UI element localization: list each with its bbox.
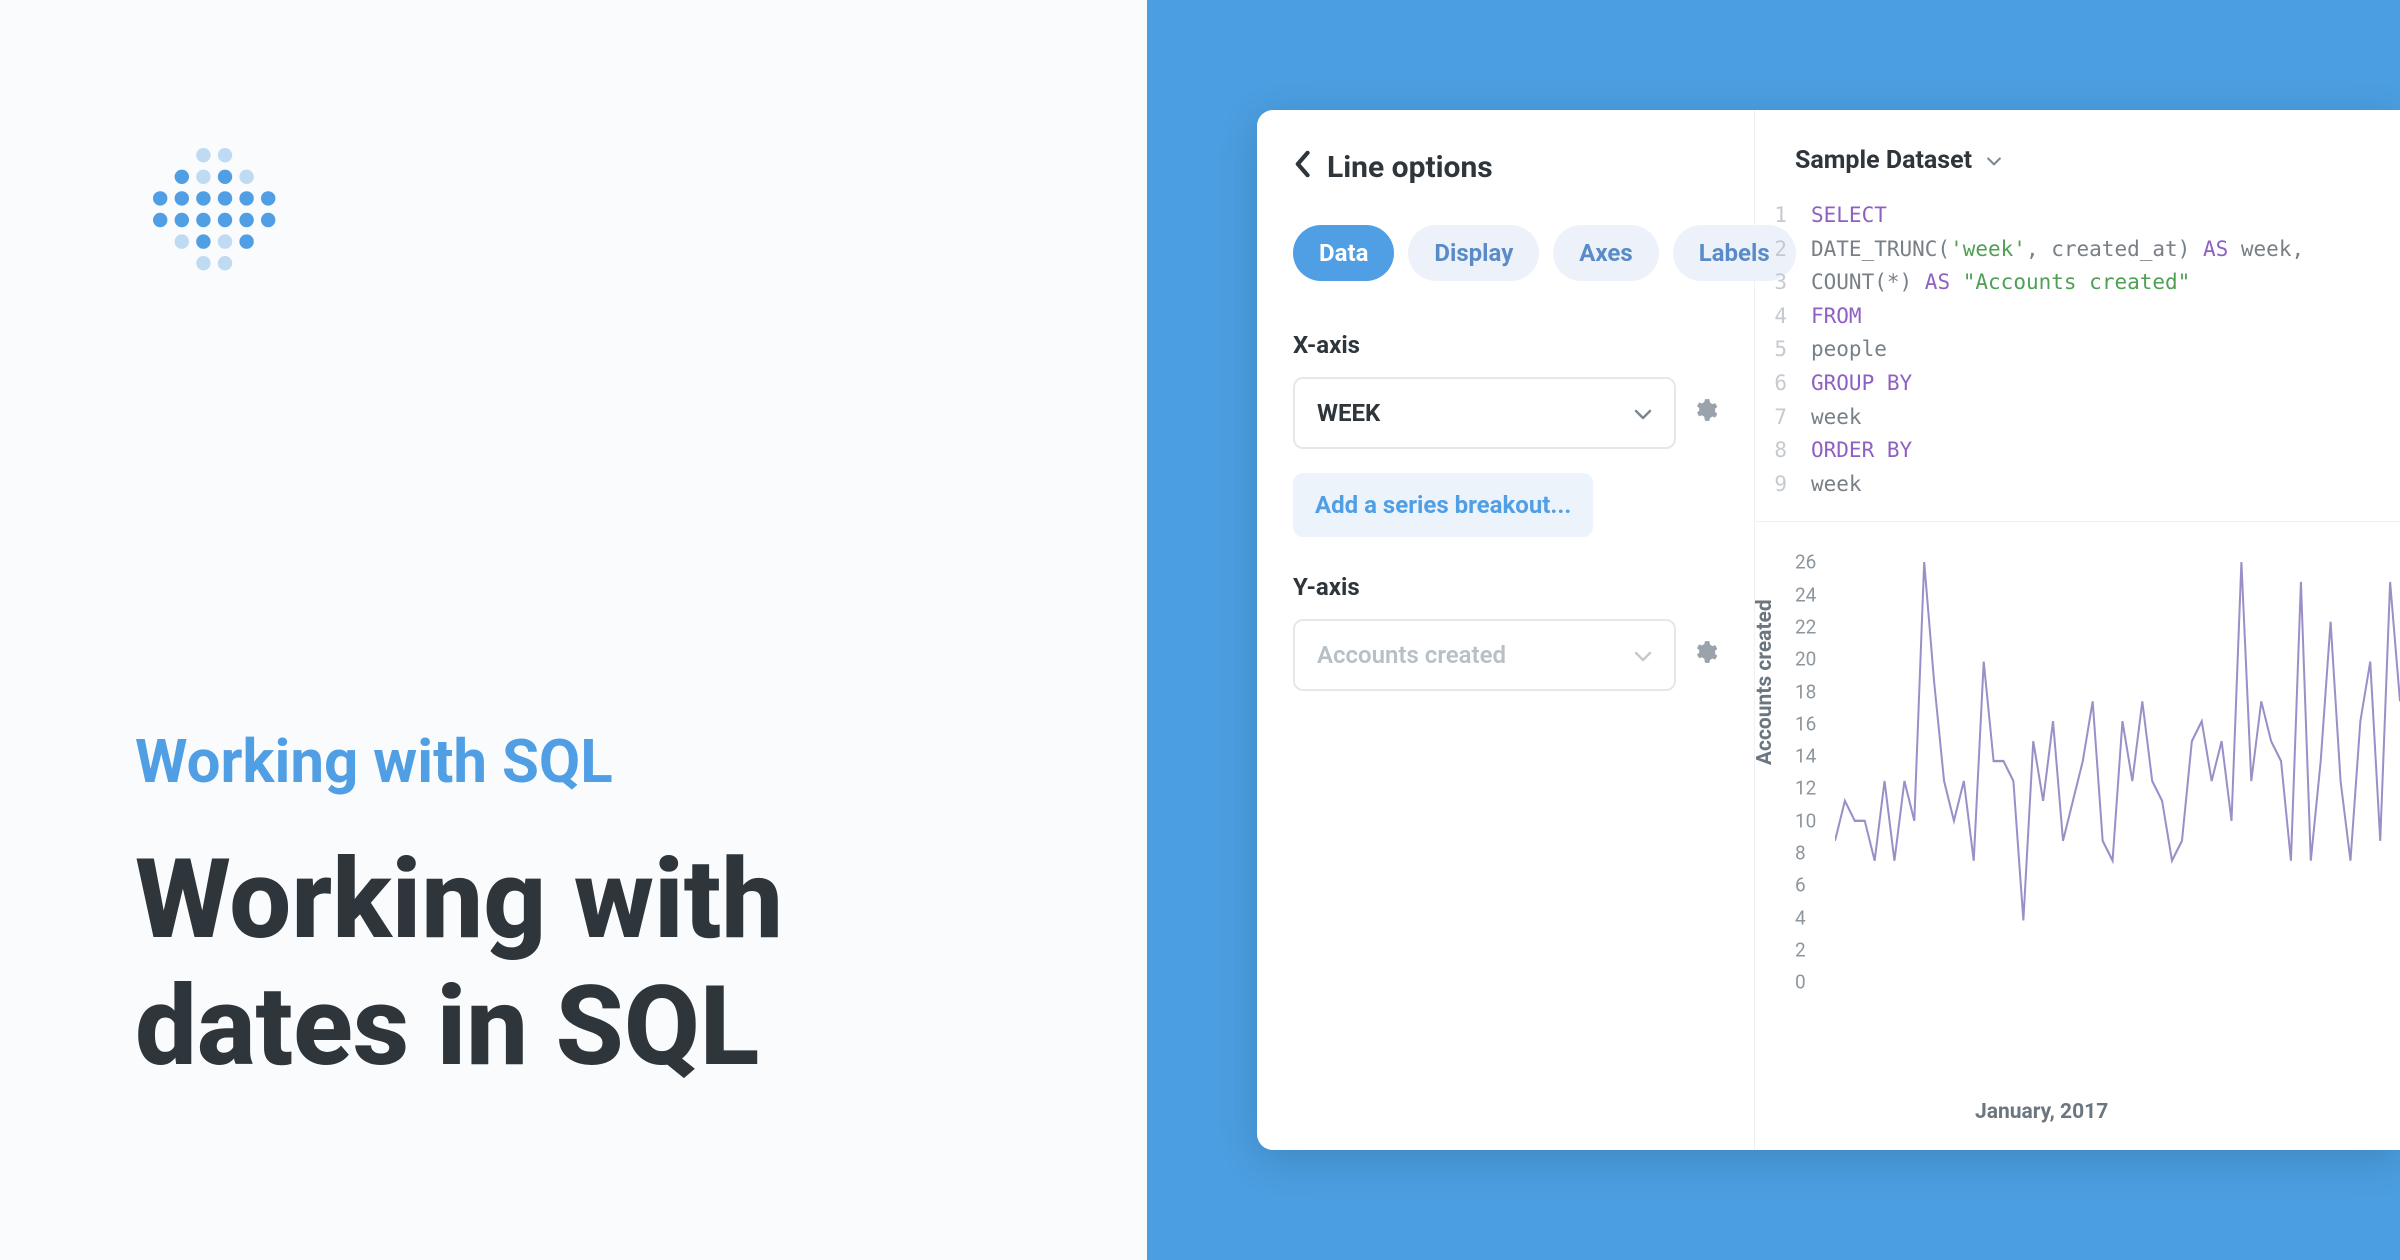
y-tick: 6 bbox=[1795, 874, 1806, 897]
y-axis-row: Accounts created bbox=[1293, 619, 1718, 691]
y-axis-label: Y-axis bbox=[1293, 573, 1718, 601]
code-line: 1SELECT bbox=[1773, 199, 2370, 233]
chevron-down-icon bbox=[1986, 150, 2002, 171]
tab-axes[interactable]: Axes bbox=[1553, 225, 1658, 281]
line-options-sidebar: Line options DataDisplayAxesLabels X-axi… bbox=[1257, 110, 1755, 1150]
y-tick: 10 bbox=[1795, 809, 1816, 832]
y-tick: 8 bbox=[1795, 842, 1806, 865]
tabs-row: DataDisplayAxesLabels bbox=[1293, 225, 1718, 281]
y-axis-select[interactable]: Accounts created bbox=[1293, 619, 1676, 691]
add-series-breakout-button[interactable]: Add a series breakout... bbox=[1293, 473, 1593, 537]
x-axis-value: WEEK bbox=[1317, 399, 1380, 427]
y-tick: 2 bbox=[1795, 939, 1806, 962]
chart-line bbox=[1835, 562, 2400, 920]
hero-subtitle: Working with SQL bbox=[135, 726, 1012, 797]
chevron-down-icon bbox=[1634, 643, 1652, 667]
code-line: 3 COUNT(*) AS "Accounts created" bbox=[1773, 266, 2370, 300]
hero-headings: Working with SQL Working with dates in S… bbox=[135, 726, 1012, 1090]
code-line: 4FROM bbox=[1773, 300, 2370, 334]
code-line: 9 week bbox=[1773, 468, 2370, 502]
y-tick: 14 bbox=[1795, 745, 1816, 768]
sidebar-title: Line options bbox=[1327, 150, 1493, 185]
chart-area: Accounts created 02468101214161820222426… bbox=[1755, 521, 2400, 1150]
gear-icon[interactable] bbox=[1692, 397, 1718, 430]
y-tick: 24 bbox=[1795, 583, 1816, 606]
y-tick: 20 bbox=[1795, 648, 1816, 671]
dataset-selector[interactable]: Sample Dataset bbox=[1755, 110, 2400, 199]
y-tick: 4 bbox=[1795, 906, 1806, 929]
y-tick: 16 bbox=[1795, 712, 1816, 735]
code-line: 8ORDER BY bbox=[1773, 434, 2370, 468]
sql-editor[interactable]: 1SELECT2 DATE_TRUNC('week', created_at) … bbox=[1755, 199, 2400, 521]
logo bbox=[135, 130, 315, 310]
x-axis-label: X-axis bbox=[1293, 331, 1718, 359]
y-tick: 0 bbox=[1795, 971, 1806, 994]
y-axis-value: Accounts created bbox=[1317, 641, 1506, 669]
code-line: 2 DATE_TRUNC('week', created_at) AS week… bbox=[1773, 233, 2370, 267]
main-area: Sample Dataset 1SELECT2 DATE_TRUNC('week… bbox=[1755, 110, 2400, 1150]
y-tick: 22 bbox=[1795, 615, 1816, 638]
code-line: 6GROUP BY bbox=[1773, 367, 2370, 401]
chevron-down-icon bbox=[1634, 401, 1652, 425]
app-window: Line options DataDisplayAxesLabels X-axi… bbox=[1257, 110, 2400, 1150]
y-tick: 12 bbox=[1795, 777, 1816, 800]
sidebar-header: Line options bbox=[1293, 150, 1718, 185]
tab-display[interactable]: Display bbox=[1408, 225, 1539, 281]
hero-title: Working with dates in SQL bbox=[135, 837, 1012, 1090]
gear-icon[interactable] bbox=[1692, 639, 1718, 672]
hero-panel: Working with SQL Working with dates in S… bbox=[0, 0, 1147, 1260]
tab-data[interactable]: Data bbox=[1293, 225, 1394, 281]
y-tick: 26 bbox=[1795, 551, 1816, 574]
code-line: 7 week bbox=[1773, 401, 2370, 435]
back-icon[interactable] bbox=[1293, 150, 1311, 185]
right-panel: Line options DataDisplayAxesLabels X-axi… bbox=[1147, 0, 2400, 1260]
x-tick: January, 2017 bbox=[1975, 1100, 2108, 1124]
dataset-name: Sample Dataset bbox=[1795, 146, 1972, 175]
y-tick: 18 bbox=[1795, 680, 1816, 703]
x-axis-select[interactable]: WEEK bbox=[1293, 377, 1676, 449]
code-line: 5 people bbox=[1773, 333, 2370, 367]
y-axis-title: Accounts created bbox=[1753, 600, 1777, 766]
x-axis-row: WEEK bbox=[1293, 377, 1718, 449]
